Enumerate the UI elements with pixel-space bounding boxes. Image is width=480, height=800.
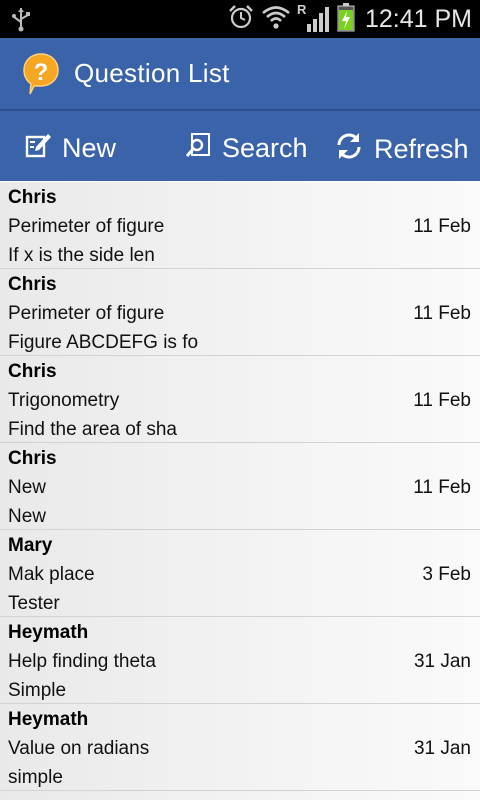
question-date: 31 Jan	[413, 651, 471, 672]
signal-icon: R	[296, 2, 331, 34]
status-icons: R 12:41 PM	[227, 0, 472, 38]
refresh-button[interactable]: Refresh	[334, 131, 469, 168]
question-date: 3 Feb	[422, 564, 471, 585]
search-button[interactable]: Search	[184, 131, 308, 166]
question-author: Mary	[8, 535, 53, 556]
status-time: 12:41 PM	[364, 4, 472, 33]
battery-charging-icon	[337, 2, 355, 37]
action-toolbar: New Search Refresh	[0, 111, 480, 181]
question-preview: Simple	[8, 680, 67, 701]
question-date: 11 Feb	[413, 303, 471, 324]
question-list-item[interactable]: Heymath Help finding theta 31 Jan Simple	[0, 617, 480, 704]
question-subject: Perimeter of figure	[8, 216, 165, 237]
question-list-item[interactable]: Heymath Value on radians 31 Jan simple	[0, 704, 480, 791]
question-list-item[interactable]: Chris Trigonometry 11 Feb Find the area …	[0, 356, 480, 443]
question-list-item[interactable]: Mary Mak place 3 Feb Tester	[0, 530, 480, 617]
page-title: Question List	[74, 58, 230, 88]
question-list-item[interactable]: Chris New 11 Feb New	[0, 443, 480, 530]
question-subject: Help finding theta	[8, 651, 156, 672]
question-date: 11 Feb	[413, 477, 471, 498]
new-button[interactable]: New	[24, 131, 116, 166]
refresh-button-label: Refresh	[374, 134, 469, 164]
question-date: 11 Feb	[413, 216, 471, 237]
question-subject: Perimeter of figure	[8, 303, 165, 324]
question-author: Chris	[8, 187, 57, 208]
compose-icon	[24, 131, 62, 166]
question-author: Heymath	[8, 709, 89, 730]
question-preview: Tester	[8, 593, 60, 614]
question-date: 11 Feb	[413, 390, 471, 411]
search-icon	[184, 131, 222, 166]
svg-text:?: ?	[34, 59, 49, 86]
wifi-icon	[261, 4, 291, 35]
search-button-label: Search	[222, 133, 308, 163]
roaming-indicator: R	[296, 2, 307, 17]
question-preview: Find the area of sha	[8, 419, 177, 440]
question-preview: simple	[8, 767, 63, 788]
app-logo-icon: ?	[22, 52, 60, 101]
question-author: Chris	[8, 361, 57, 382]
question-list-item[interactable]: Chris Perimeter of figure 11 Feb Figure …	[0, 269, 480, 356]
question-preview: Figure ABCDEFG is fo	[8, 332, 199, 353]
app-title-bar: ? Question List	[0, 38, 480, 111]
question-author: Chris	[8, 274, 57, 295]
question-author: Heymath	[8, 622, 89, 643]
question-author: Chris	[8, 448, 57, 469]
refresh-icon	[334, 131, 374, 168]
usb-icon	[10, 6, 32, 37]
question-preview: If x is the side len	[8, 245, 155, 266]
question-subject: Mak place	[8, 564, 95, 585]
alarm-icon	[227, 3, 255, 36]
question-date: 31 Jan	[413, 738, 471, 759]
question-preview: New	[8, 506, 47, 527]
question-list-item[interactable]: Chris Perimeter of figure 11 Feb If x is…	[0, 182, 480, 269]
question-subject: Value on radians	[8, 738, 150, 759]
question-list: Chris Perimeter of figure 11 Feb If x is…	[0, 182, 480, 800]
question-subject: Trigonometry	[8, 390, 120, 411]
status-bar: R 12:41 PM	[0, 0, 480, 38]
new-button-label: New	[62, 133, 117, 163]
question-subject: New	[8, 477, 47, 498]
